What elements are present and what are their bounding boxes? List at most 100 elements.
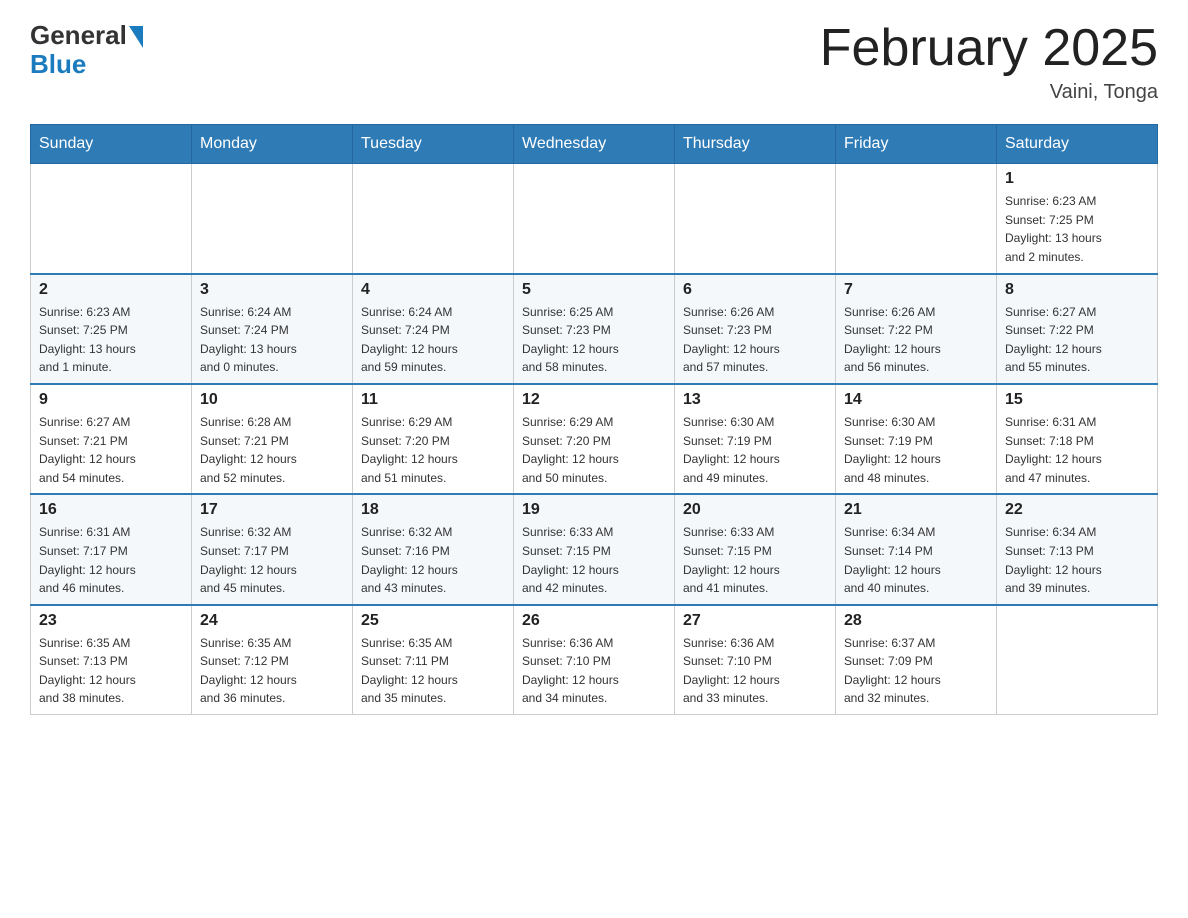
calendar-week-row: 23 Sunrise: 6:35 AM Sunset: 7:13 PM Dayli…	[31, 605, 1158, 715]
calendar-cell: 7 Sunrise: 6:26 AM Sunset: 7:22 PM Daylig…	[836, 274, 997, 384]
day-info: Sunrise: 6:28 AM Sunset: 7:21 PM Dayligh…	[200, 413, 344, 487]
day-info: Sunrise: 6:35 AM Sunset: 7:11 PM Dayligh…	[361, 634, 505, 708]
calendar-cell: 3 Sunrise: 6:24 AM Sunset: 7:24 PM Daylig…	[192, 274, 353, 384]
day-info: Sunrise: 6:27 AM Sunset: 7:21 PM Dayligh…	[39, 413, 183, 487]
calendar-cell: 17 Sunrise: 6:32 AM Sunset: 7:17 PM Dayli…	[192, 494, 353, 604]
day-number: 27	[683, 612, 827, 630]
calendar-cell	[675, 164, 836, 274]
day-number: 22	[1005, 501, 1149, 519]
weekday-header-row: SundayMondayTuesdayWednesdayThursdayFrid…	[31, 125, 1158, 164]
day-number: 19	[522, 501, 666, 519]
day-info: Sunrise: 6:23 AM Sunset: 7:25 PM Dayligh…	[39, 303, 183, 377]
day-number: 28	[844, 612, 988, 630]
calendar-cell	[353, 164, 514, 274]
calendar-week-row: 9Sunrise: 6:27 AM Sunset: 7:21 PM Daylig…	[31, 384, 1158, 494]
weekday-header-saturday: Saturday	[997, 125, 1158, 164]
page-header: General Blue February 2025 Vaini, Tonga	[30, 20, 1158, 104]
day-info: Sunrise: 6:36 AM Sunset: 7:10 PM Dayligh…	[522, 634, 666, 708]
day-info: Sunrise: 6:32 AM Sunset: 7:17 PM Dayligh…	[200, 523, 344, 597]
day-info: Sunrise: 6:31 AM Sunset: 7:18 PM Dayligh…	[1005, 413, 1149, 487]
day-number: 16	[39, 501, 183, 519]
calendar-table: SundayMondayTuesdayWednesdayThursdayFrid…	[30, 124, 1158, 715]
calendar-cell	[31, 164, 192, 274]
day-info: Sunrise: 6:34 AM Sunset: 7:14 PM Dayligh…	[844, 523, 988, 597]
calendar-cell: 24Sunrise: 6:35 AM Sunset: 7:12 PM Dayli…	[192, 605, 353, 715]
calendar-cell: 2 Sunrise: 6:23 AM Sunset: 7:25 PM Daylig…	[31, 274, 192, 384]
calendar-cell: 4 Sunrise: 6:24 AM Sunset: 7:24 PM Daylig…	[353, 274, 514, 384]
calendar-cell: 5 Sunrise: 6:25 AM Sunset: 7:23 PM Daylig…	[514, 274, 675, 384]
day-info: Sunrise: 6:29 AM Sunset: 7:20 PM Dayligh…	[361, 413, 505, 487]
day-info: Sunrise: 6:33 AM Sunset: 7:15 PM Dayligh…	[683, 523, 827, 597]
calendar-week-row: 1Sunrise: 6:23 AM Sunset: 7:25 PM Daylig…	[31, 164, 1158, 274]
day-number: 6	[683, 281, 827, 299]
weekday-header-thursday: Thursday	[675, 125, 836, 164]
day-info: Sunrise: 6:35 AM Sunset: 7:13 PM Dayligh…	[39, 634, 183, 708]
day-info: Sunrise: 6:24 AM Sunset: 7:24 PM Dayligh…	[200, 303, 344, 377]
day-number: 24	[200, 612, 344, 630]
logo: General Blue	[30, 20, 143, 80]
calendar-cell: 19 Sunrise: 6:33 AM Sunset: 7:15 PM Dayli…	[514, 494, 675, 604]
day-number: 7	[844, 281, 988, 299]
day-info: Sunrise: 6:27 AM Sunset: 7:22 PM Dayligh…	[1005, 303, 1149, 377]
day-number: 4	[361, 281, 505, 299]
day-number: 20	[683, 501, 827, 519]
calendar-cell	[192, 164, 353, 274]
day-number: 11	[361, 391, 505, 409]
day-info: Sunrise: 6:26 AM Sunset: 7:22 PM Dayligh…	[844, 303, 988, 377]
calendar-cell: 20 Sunrise: 6:33 AM Sunset: 7:15 PM Dayli…	[675, 494, 836, 604]
calendar-week-row: 16 Sunrise: 6:31 AM Sunset: 7:17 PM Dayli…	[31, 494, 1158, 604]
title-section: February 2025 Vaini, Tonga	[820, 20, 1158, 104]
day-info: Sunrise: 6:25 AM Sunset: 7:23 PM Dayligh…	[522, 303, 666, 377]
day-number: 2	[39, 281, 183, 299]
day-number: 25	[361, 612, 505, 630]
weekday-header-tuesday: Tuesday	[353, 125, 514, 164]
calendar-cell: 11 Sunrise: 6:29 AM Sunset: 7:20 PM Dayli…	[353, 384, 514, 494]
day-number: 23	[39, 612, 183, 630]
day-number: 3	[200, 281, 344, 299]
weekday-header-monday: Monday	[192, 125, 353, 164]
calendar-cell: 15 Sunrise: 6:31 AM Sunset: 7:18 PM Dayli…	[997, 384, 1158, 494]
logo-triangle-icon	[129, 26, 143, 48]
calendar-cell	[514, 164, 675, 274]
calendar-cell: 21 Sunrise: 6:34 AM Sunset: 7:14 PM Dayli…	[836, 494, 997, 604]
calendar-cell: 14Sunrise: 6:30 AM Sunset: 7:19 PM Dayli…	[836, 384, 997, 494]
month-title: February 2025	[820, 20, 1158, 77]
calendar-week-row: 2 Sunrise: 6:23 AM Sunset: 7:25 PM Daylig…	[31, 274, 1158, 384]
location-label: Vaini, Tonga	[820, 81, 1158, 104]
day-number: 12	[522, 391, 666, 409]
day-number: 10	[200, 391, 344, 409]
day-info: Sunrise: 6:36 AM Sunset: 7:10 PM Dayligh…	[683, 634, 827, 708]
logo-blue-text: Blue	[30, 49, 86, 80]
day-info: Sunrise: 6:33 AM Sunset: 7:15 PM Dayligh…	[522, 523, 666, 597]
day-number: 14	[844, 391, 988, 409]
calendar-cell: 12 Sunrise: 6:29 AM Sunset: 7:20 PM Dayli…	[514, 384, 675, 494]
day-info: Sunrise: 6:34 AM Sunset: 7:13 PM Dayligh…	[1005, 523, 1149, 597]
calendar-cell: 1Sunrise: 6:23 AM Sunset: 7:25 PM Daylig…	[997, 164, 1158, 274]
calendar-cell: 23 Sunrise: 6:35 AM Sunset: 7:13 PM Dayli…	[31, 605, 192, 715]
day-info: Sunrise: 6:30 AM Sunset: 7:19 PM Dayligh…	[683, 413, 827, 487]
calendar-cell: 22 Sunrise: 6:34 AM Sunset: 7:13 PM Dayli…	[997, 494, 1158, 604]
weekday-header-friday: Friday	[836, 125, 997, 164]
day-info: Sunrise: 6:24 AM Sunset: 7:24 PM Dayligh…	[361, 303, 505, 377]
calendar-cell: 13 Sunrise: 6:30 AM Sunset: 7:19 PM Dayli…	[675, 384, 836, 494]
logo-general-text: General	[30, 20, 127, 51]
weekday-header-sunday: Sunday	[31, 125, 192, 164]
calendar-cell	[997, 605, 1158, 715]
day-info: Sunrise: 6:29 AM Sunset: 7:20 PM Dayligh…	[522, 413, 666, 487]
day-number: 1	[1005, 170, 1149, 188]
day-number: 13	[683, 391, 827, 409]
calendar-cell: 27 Sunrise: 6:36 AM Sunset: 7:10 PM Dayli…	[675, 605, 836, 715]
day-number: 18	[361, 501, 505, 519]
day-number: 17	[200, 501, 344, 519]
day-number: 21	[844, 501, 988, 519]
day-number: 15	[1005, 391, 1149, 409]
day-info: Sunrise: 6:26 AM Sunset: 7:23 PM Dayligh…	[683, 303, 827, 377]
day-info: Sunrise: 6:31 AM Sunset: 7:17 PM Dayligh…	[39, 523, 183, 597]
day-number: 5	[522, 281, 666, 299]
calendar-cell: 8Sunrise: 6:27 AM Sunset: 7:22 PM Daylig…	[997, 274, 1158, 384]
calendar-cell: 10 Sunrise: 6:28 AM Sunset: 7:21 PM Dayli…	[192, 384, 353, 494]
calendar-cell: 18 Sunrise: 6:32 AM Sunset: 7:16 PM Dayli…	[353, 494, 514, 604]
day-number: 26	[522, 612, 666, 630]
weekday-header-wednesday: Wednesday	[514, 125, 675, 164]
day-info: Sunrise: 6:32 AM Sunset: 7:16 PM Dayligh…	[361, 523, 505, 597]
